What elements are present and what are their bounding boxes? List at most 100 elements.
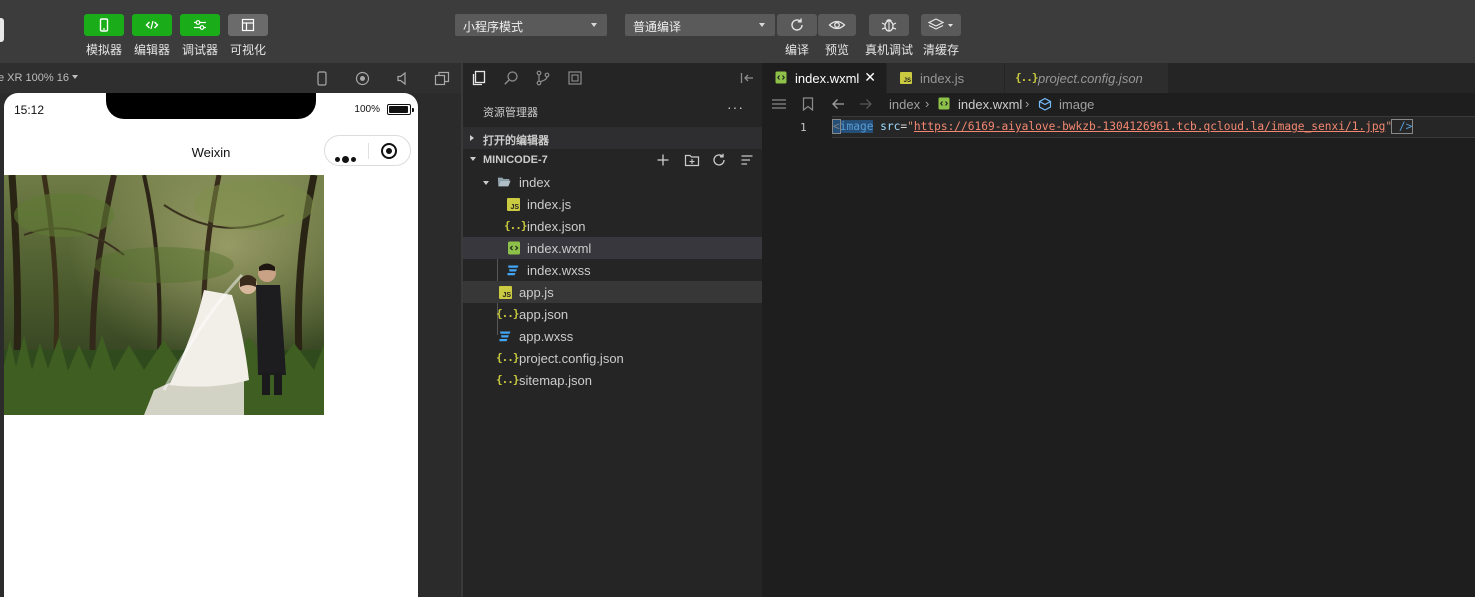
tree-item-label: app.json (519, 307, 569, 322)
tree-file-project-config[interactable]: {..} project.config.json (463, 347, 762, 369)
js-file-icon: JS (499, 286, 512, 299)
visual-label: 可视化 (229, 43, 266, 57)
simulator-label: 模拟器 (85, 43, 122, 57)
json-file-icon: {..} (496, 373, 520, 386)
collapse-panel-icon[interactable] (739, 70, 755, 86)
preview-button[interactable] (818, 14, 856, 36)
refresh-icon (791, 18, 803, 31)
json-file-icon: {..} (504, 219, 528, 232)
code-token-url[interactable]: https://6169-aiyalove-bwkzb-1304126961.t… (914, 120, 1385, 133)
folder-open-icon (497, 177, 511, 187)
remote-debug-label: 真机调试 (864, 43, 913, 57)
tab-index-wxml[interactable]: index.wxml ✕ (762, 63, 887, 93)
code-token-quote: " (907, 120, 914, 133)
json-file-icon: {..} (1015, 71, 1039, 84)
tree-file-sitemap[interactable]: {..} sitemap.json (463, 369, 762, 391)
code-token-tag: image (839, 120, 874, 133)
editor-toggle-button[interactable] (132, 14, 172, 36)
close-icon[interactable]: ✕ (864, 69, 876, 86)
breadcrumb-element[interactable]: image (1059, 97, 1094, 112)
tree-file-index-js[interactable]: JS index.js (463, 193, 762, 215)
tree-file-app-js[interactable]: JS app.js (463, 281, 762, 303)
breadcrumb-file[interactable]: index.wxml (958, 97, 1022, 112)
tree-file-index-wxml[interactable]: index.wxml (463, 237, 762, 259)
new-folder-icon[interactable] (684, 153, 700, 167)
wxml-file-icon (508, 241, 520, 255)
tree-folder-index[interactable]: index (463, 171, 762, 193)
mode-select-value: 小程序模式 (463, 20, 524, 34)
compile-select[interactable]: 普通编译 (625, 14, 775, 36)
tree-item-label: index.json (527, 219, 586, 234)
avatar[interactable] (0, 18, 4, 42)
tree-file-app-json[interactable]: {..} app.json (463, 303, 762, 325)
project-section[interactable]: MINICODE-7 (463, 149, 762, 171)
wxss-file-icon (499, 331, 511, 342)
more-dots-icon[interactable] (335, 149, 358, 167)
clear-cache-label: 清缓存 (922, 43, 959, 57)
menu-capsule[interactable] (324, 135, 411, 166)
chevron-right-icon: › (1025, 96, 1030, 111)
detach-window-icon[interactable] (434, 71, 450, 86)
phone-screen[interactable]: 15:12 100% Weixin (4, 93, 418, 597)
debugger-toggle-button[interactable] (180, 14, 220, 36)
clear-cache-button[interactable] (921, 14, 961, 36)
wxml-file-icon (938, 97, 950, 110)
remote-debug-button[interactable] (869, 14, 909, 36)
visual-toggle-button[interactable] (228, 14, 268, 36)
extensions-icon[interactable] (567, 70, 583, 86)
search-icon[interactable] (503, 70, 519, 86)
open-editors-section[interactable]: 打开的编辑器 (463, 127, 762, 149)
tab-project-config[interactable]: {..} project.config.json (1005, 63, 1169, 93)
tree-item-label: index.js (527, 197, 572, 212)
battery-level: 100% (354, 104, 380, 115)
close-miniprogram-icon[interactable] (381, 143, 397, 159)
explorer-title: 资源管理器 (483, 107, 538, 119)
bookmark-icon[interactable] (802, 97, 814, 111)
js-file-icon: JS (900, 72, 912, 84)
activity-bar (463, 63, 762, 93)
tree-item-label: app.wxss (519, 329, 574, 344)
outline-list-icon[interactable] (771, 97, 787, 111)
files-icon[interactable] (471, 70, 487, 86)
volume-icon[interactable] (395, 71, 409, 86)
arrow-right-icon[interactable] (859, 97, 873, 111)
device-select[interactable]: e XR 100% 16 (0, 72, 78, 84)
chevron-down-icon (483, 181, 489, 185)
phone-notch (106, 93, 316, 119)
new-file-icon[interactable] (656, 153, 670, 167)
code-content[interactable]: <image src="https://6169-aiyalove-bwkzb-… (832, 119, 1414, 134)
chevron-down-icon (71, 75, 78, 79)
tree-file-app-wxss[interactable]: app.wxss (463, 325, 762, 347)
debugger-label: 调试器 (181, 43, 218, 57)
tab-index-js[interactable]: JS index.js (887, 63, 1005, 93)
code-line[interactable]: 1 <image src="https://6169-aiyalove-bwkz… (762, 115, 1475, 138)
breadcrumb-folder[interactable]: index (889, 97, 920, 112)
tree-file-index-json[interactable]: {..} index.json (463, 215, 762, 237)
bug-icon (881, 19, 897, 32)
code-token-bracket: < (832, 119, 841, 134)
top-toolbar: 模拟器 编辑器 调试器 可视化 小程序模式 普通编译 编译 预览 真机调试 清缓… (0, 0, 1475, 63)
collapse-all-icon[interactable] (740, 153, 754, 167)
breadcrumb: index › index.wxml › image (762, 93, 1475, 115)
source-control-icon[interactable] (535, 70, 551, 86)
line-number: 1 (800, 121, 807, 134)
tab-label: index.js (920, 71, 965, 86)
layout-icon (241, 18, 255, 32)
arrow-left-icon[interactable] (831, 97, 845, 111)
editor-label: 编辑器 (133, 43, 170, 57)
chevron-down-icon (591, 23, 597, 27)
mode-select[interactable]: 小程序模式 (455, 14, 607, 36)
device-rotate-icon[interactable] (316, 71, 328, 86)
code-token-self-close: /> (1391, 119, 1414, 134)
more-actions-button[interactable]: ··· (727, 99, 744, 115)
capsule-divider (368, 143, 369, 159)
compile-button[interactable] (777, 14, 817, 36)
refresh-icon[interactable] (712, 153, 726, 167)
simulator-toggle-button[interactable] (84, 14, 124, 36)
preview-label: 预览 (824, 43, 849, 57)
wxml-file-icon (775, 71, 787, 84)
record-icon[interactable] (355, 71, 370, 86)
tree-file-index-wxss[interactable]: index.wxss (463, 259, 762, 281)
tree-item-label: index.wxss (527, 263, 591, 278)
element-cube-icon (1038, 97, 1052, 111)
